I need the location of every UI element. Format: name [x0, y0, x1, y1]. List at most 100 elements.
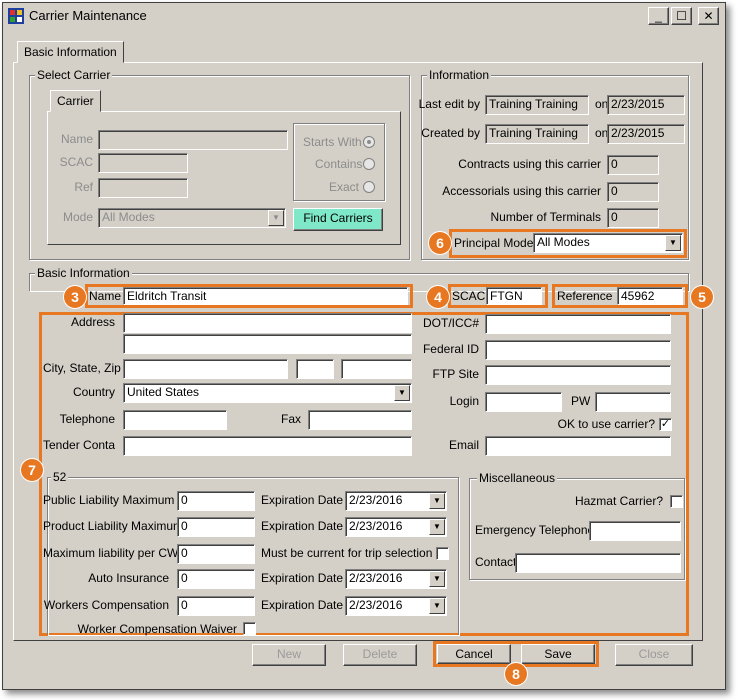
expiration-date-3[interactable]: 2/23/2016 ▼	[345, 569, 447, 589]
close-button[interactable]: Close	[615, 644, 693, 666]
principal-mode-value: All Modes	[537, 235, 590, 249]
fax-input[interactable]	[308, 410, 412, 430]
ftp-site-label: FTP Site	[432, 367, 479, 381]
sc-name-label: Name	[60, 132, 93, 146]
login-label: Login	[449, 394, 479, 408]
tender-contact-input[interactable]	[123, 436, 412, 456]
chevron-down-icon: ▼	[429, 493, 445, 509]
login-input[interactable]	[485, 392, 562, 412]
chevron-down-icon: ▼	[268, 210, 284, 226]
contact-input[interactable]	[515, 553, 681, 573]
expiration-date-2[interactable]: 2/23/2016 ▼	[345, 517, 447, 537]
last-edit-date: 2/23/2015	[607, 95, 685, 115]
tender-contact-label: Tender Contact	[43, 438, 115, 452]
max-liability-cwt-label: Maximum liability per CWT	[43, 546, 186, 560]
expiration-label-2: Expiration Date	[261, 519, 344, 533]
max-liability-cwt-input[interactable]: 0	[177, 544, 255, 564]
must-be-current-label: Must be current for trip selection	[261, 546, 433, 560]
last-edit-label: Last edit by	[418, 97, 480, 111]
delete-button[interactable]: Delete	[343, 644, 417, 666]
chevron-down-icon: ▼	[665, 235, 681, 251]
name-input[interactable]: Eldritch Transit	[123, 287, 408, 305]
emergency-telephone-input[interactable]	[589, 521, 681, 541]
federal-id-input[interactable]	[485, 340, 671, 360]
federal-id-label: Federal ID	[422, 342, 479, 356]
starts-with-radio[interactable]	[363, 136, 375, 148]
expiration-date-2-value: 2/23/2016	[349, 519, 403, 533]
chevron-down-icon: ▼	[394, 385, 410, 401]
ok-to-use-checkbox[interactable]: ✓	[659, 418, 672, 431]
reference-label: Reference	[557, 289, 613, 303]
workers-comp-input[interactable]: 0	[177, 596, 255, 616]
created-by-label: Created by	[421, 126, 480, 140]
new-button[interactable]: New	[252, 644, 326, 666]
must-be-current-checkbox[interactable]	[436, 547, 449, 560]
country-dropdown[interactable]: United States ▼	[123, 383, 412, 403]
workers-comp-waiver-label: Worker Compensation Waiver	[77, 622, 237, 636]
expiration-label-1: Expiration Date	[261, 493, 344, 507]
sc-scac-input[interactable]	[98, 153, 188, 173]
contains-radio[interactable]	[363, 158, 375, 170]
auto-insurance-input[interactable]: 0	[177, 569, 255, 589]
email-label: Email	[448, 438, 479, 452]
public-liability-input[interactable]: 0	[177, 491, 255, 511]
country-label: Country	[72, 385, 115, 399]
maximize-button[interactable]: ☐	[671, 7, 692, 25]
country-value: United States	[127, 385, 200, 399]
dot-icc-input[interactable]	[485, 314, 671, 334]
insurance-title: 52	[51, 470, 69, 484]
city-state-zip-label: City, State, Zip	[43, 361, 121, 375]
information-title: Information	[427, 68, 492, 82]
reference-input[interactable]: 45962	[617, 287, 683, 305]
cancel-button[interactable]: Cancel	[437, 644, 511, 664]
fax-label: Fax	[280, 412, 301, 426]
window-title: Carrier Maintenance	[29, 8, 147, 23]
sc-mode-dropdown[interactable]: All Modes ▼	[98, 208, 286, 228]
contracts-label: Contracts using this carrier	[458, 157, 601, 171]
tab-carrier[interactable]: Carrier	[50, 90, 101, 112]
ok-to-use-label: OK to use carrier?	[557, 417, 655, 431]
find-carriers-button[interactable]: Find Carriers	[293, 208, 383, 231]
sc-name-input[interactable]	[98, 130, 288, 150]
scac-label: SCAC	[452, 289, 486, 303]
created-date: 2/23/2015	[607, 124, 685, 144]
tab-basic-information[interactable]: Basic Information	[17, 41, 124, 63]
miscellaneous-title: Miscellaneous	[477, 471, 558, 485]
exact-radio[interactable]	[363, 181, 375, 193]
address-line1-input[interactable]	[123, 313, 412, 333]
title-bar: Carrier Maintenance _ ☐ ✕	[3, 3, 725, 29]
expiration-date-1[interactable]: 2/23/2016 ▼	[345, 491, 447, 511]
hazmat-checkbox[interactable]	[670, 495, 683, 508]
address-label: Address	[70, 315, 115, 329]
scac-input[interactable]: FTGN	[486, 287, 542, 305]
chevron-down-icon: ▼	[429, 519, 445, 535]
callout-badge-7: 7	[21, 459, 43, 481]
starts-with-label: Starts With	[303, 135, 362, 149]
pw-label: PW	[571, 394, 591, 408]
address-line2-input[interactable]	[123, 334, 412, 354]
contains-label: Contains	[315, 157, 363, 171]
sc-ref-input[interactable]	[98, 178, 188, 198]
telephone-input[interactable]	[123, 410, 227, 430]
minimize-button[interactable]: _	[648, 7, 669, 25]
product-liability-input[interactable]: 0	[177, 517, 255, 537]
callout-badge-4: 4	[427, 286, 449, 308]
workers-comp-waiver-checkbox[interactable]	[243, 622, 256, 635]
created-by-user: Training Training	[485, 124, 589, 144]
expiration-date-4[interactable]: 2/23/2016 ▼	[345, 596, 447, 616]
principal-mode-dropdown[interactable]: All Modes ▼	[533, 233, 683, 253]
basic-information-title: Basic Information	[35, 266, 132, 280]
zip-input[interactable]	[341, 359, 412, 379]
ftp-site-input[interactable]	[485, 365, 671, 385]
save-button[interactable]: Save	[521, 644, 595, 664]
accessorials-label: Accessorials using this carrier	[442, 184, 601, 198]
state-input[interactable]	[296, 359, 334, 379]
callout-badge-5: 5	[691, 286, 713, 308]
dot-icc-label: DOT/ICC#	[422, 316, 479, 330]
email-input[interactable]	[485, 436, 671, 456]
workers-comp-label: Workers Compensation	[43, 598, 169, 612]
public-liability-label: Public Liability Maximum	[43, 493, 175, 507]
city-input[interactable]	[123, 359, 288, 379]
close-window-button[interactable]: ✕	[698, 7, 719, 25]
password-input[interactable]	[595, 392, 671, 412]
